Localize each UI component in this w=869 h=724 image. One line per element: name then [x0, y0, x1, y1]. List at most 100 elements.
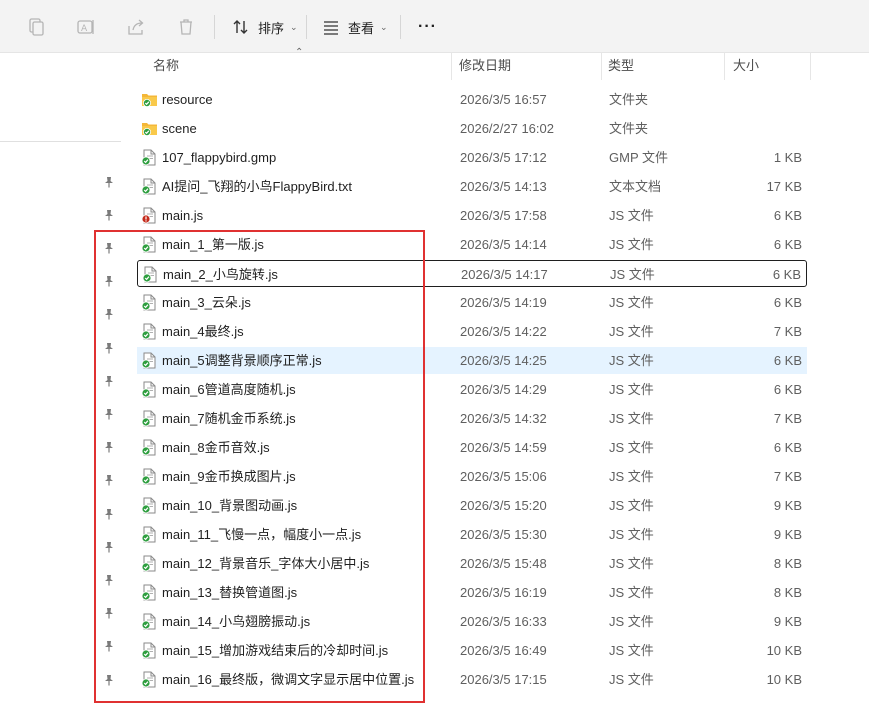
- chevron-down-icon: ⌄: [290, 21, 298, 32]
- file-date-modified: 2026/3/5 14:17: [461, 267, 548, 282]
- view-icon: [320, 16, 342, 38]
- file-name: main_3_云朵.js: [162, 295, 251, 310]
- file-size: 6 KB: [773, 382, 802, 397]
- pin-icon[interactable]: [101, 605, 117, 621]
- pin-icon[interactable]: [101, 340, 117, 356]
- pin-icon[interactable]: [101, 406, 117, 422]
- pin-icon[interactable]: [101, 240, 117, 256]
- column-separator[interactable]: [451, 52, 452, 80]
- file-synced-icon: [141, 613, 157, 630]
- column-separator[interactable]: [810, 52, 811, 80]
- file-size: 8 KB: [773, 585, 802, 600]
- file-name: AI提问_飞翔的小鸟FlappyBird.txt: [162, 179, 352, 194]
- pin-icon[interactable]: [101, 273, 117, 289]
- column-separator[interactable]: [601, 52, 602, 80]
- file-name: main_10_背景图动画.js: [162, 498, 298, 513]
- copy-icon: [25, 16, 47, 38]
- file-type: JS 文件: [609, 585, 654, 600]
- file-synced-icon: [141, 555, 157, 572]
- file-row[interactable]: main_14_小鸟翅膀振动.js 2026/3/5 16:33 JS 文件 9 KB: [137, 608, 807, 635]
- pin-icon[interactable]: [101, 539, 117, 555]
- file-row[interactable]: main_12_背景音乐_字体大小居中.js 2026/3/5 15:48 JS 文…: [137, 550, 807, 577]
- file-row[interactable]: main_13_替换管道图.js 2026/3/5 16:19 JS 文件 8 KB: [137, 579, 807, 606]
- pin-icon[interactable]: [101, 306, 117, 322]
- file-row[interactable]: main_4最终.js 2026/3/5 14:22 JS 文件 7 KB: [137, 318, 807, 345]
- sort-button[interactable]: 排序 ⌄: [230, 14, 298, 40]
- file-row[interactable]: main_2_小鸟旋转.js 2026/3/5 14:17 JS 文件 6 KB: [137, 260, 807, 287]
- file-name: main_1_第一版.js: [162, 237, 264, 252]
- folder-row[interactable]: scene 2026/2/27 16:02 文件夹: [137, 115, 807, 142]
- pin-icon[interactable]: [101, 207, 117, 223]
- file-row[interactable]: main_7随机金币系统.js 2026/3/5 14:32 JS 文件 7 KB: [137, 405, 807, 432]
- view-button[interactable]: 查看 ⌄: [320, 14, 388, 40]
- file-row[interactable]: main_11_飞慢一点，幅度小一点.js 2026/3/5 15:30 JS 文件…: [137, 521, 807, 548]
- column-header-size[interactable]: 大小: [733, 52, 759, 80]
- file-synced-icon: [141, 584, 157, 601]
- file-name: main_13_替换管道图.js: [162, 585, 298, 600]
- file-row[interactable]: main_16_最终版，微调文字显示居中位置.js 2026/3/5 17:15 J…: [137, 666, 807, 693]
- more-button[interactable]: ···: [418, 14, 437, 40]
- svg-text:A: A: [81, 24, 88, 34]
- pin-icon[interactable]: [101, 672, 117, 688]
- pin-icon[interactable]: [101, 506, 117, 522]
- rename-icon: A: [75, 16, 97, 38]
- file-date-modified: 2026/3/5 15:48: [460, 556, 547, 571]
- file-synced-icon: [141, 671, 157, 688]
- folder-row[interactable]: resource 2026/3/5 16:57 文件夹: [137, 86, 807, 113]
- file-date-modified: 2026/3/5 16:33: [460, 614, 547, 629]
- sort-label: 排序: [258, 20, 285, 36]
- file-row[interactable]: main_3_云朵.js 2026/3/5 14:19 JS 文件 6 KB: [137, 289, 807, 316]
- pin-icon[interactable]: [101, 638, 117, 654]
- pin-icon[interactable]: [101, 472, 117, 488]
- file-row[interactable]: main_1_第一版.js 2026/3/5 14:14 JS 文件 6 KB: [137, 231, 807, 258]
- file-size: 6 KB: [773, 208, 802, 223]
- file-name: main_9金币换成图片.js: [162, 469, 296, 484]
- folder-synced-icon: [141, 120, 157, 137]
- file-type: JS 文件: [609, 411, 654, 426]
- pin-icon[interactable]: [101, 373, 117, 389]
- file-date-modified: 2026/3/5 14:59: [460, 440, 547, 455]
- file-row[interactable]: 107_flappybird.gmp 2026/3/5 17:12 GMP 文件 1 …: [137, 144, 807, 171]
- file-synced-icon: [141, 323, 157, 340]
- file-row[interactable]: main_10_背景图动画.js 2026/3/5 15:20 JS 文件 9 KB: [137, 492, 807, 519]
- pin-icon[interactable]: [101, 572, 117, 588]
- file-date-modified: 2026/3/5 14:22: [460, 324, 547, 339]
- file-date-modified: 2026/3/5 15:20: [460, 498, 547, 513]
- file-synced-icon: [141, 642, 157, 659]
- folder-synced-icon: [141, 91, 157, 108]
- file-type: JS 文件: [609, 208, 654, 223]
- file-size: 9 KB: [773, 614, 802, 629]
- file-row[interactable]: main_15_增加游戏结束后的冷却时间.js 2026/3/5 16:49 JS …: [137, 637, 807, 664]
- file-name: main.js: [162, 208, 204, 223]
- pin-icon[interactable]: [101, 174, 117, 190]
- file-size: 9 KB: [773, 527, 802, 542]
- file-synced-icon: [141, 294, 157, 311]
- column-header-type[interactable]: 类型: [608, 52, 634, 80]
- file-type: 文件夹: [609, 121, 649, 136]
- file-synced-icon: [141, 381, 157, 398]
- file-date-modified: 2026/3/5 14:29: [460, 382, 547, 397]
- column-header-name[interactable]: 名称: [153, 52, 179, 80]
- file-synced-icon: [141, 526, 157, 543]
- delete-button[interactable]: [175, 14, 197, 40]
- file-date-modified: 2026/3/5 14:14: [460, 237, 547, 252]
- pin-icon[interactable]: [101, 439, 117, 455]
- copy-button[interactable]: [25, 14, 47, 40]
- file-synced-icon: [141, 236, 157, 253]
- file-row[interactable]: main_6管道高度随机.js 2026/3/5 14:29 JS 文件 6 KB: [137, 376, 807, 403]
- file-synced-icon: [142, 266, 158, 283]
- file-size: 7 KB: [773, 411, 802, 426]
- file-size: 6 KB: [772, 267, 801, 282]
- share-button[interactable]: [125, 14, 147, 40]
- file-row[interactable]: main.js 2026/3/5 17:58 JS 文件 6 KB: [137, 202, 807, 229]
- column-header-date[interactable]: 修改日期: [459, 52, 511, 80]
- delete-icon: [175, 16, 197, 38]
- chevron-down-icon: ⌄: [380, 21, 388, 32]
- column-separator[interactable]: [724, 52, 725, 80]
- file-row[interactable]: main_8金币音效.js 2026/3/5 14:59 JS 文件 6 KB: [137, 434, 807, 461]
- file-row[interactable]: main_5调整背景顺序正常.js 2026/3/5 14:25 JS 文件 6 KB: [137, 347, 807, 374]
- file-row[interactable]: main_9金币换成图片.js 2026/3/5 15:06 JS 文件 7 KB: [137, 463, 807, 490]
- rename-button[interactable]: A: [75, 14, 97, 40]
- file-size: 7 KB: [773, 324, 802, 339]
- file-row[interactable]: AI提问_飞翔的小鸟FlappyBird.txt 2026/3/5 14:13 文本…: [137, 173, 807, 200]
